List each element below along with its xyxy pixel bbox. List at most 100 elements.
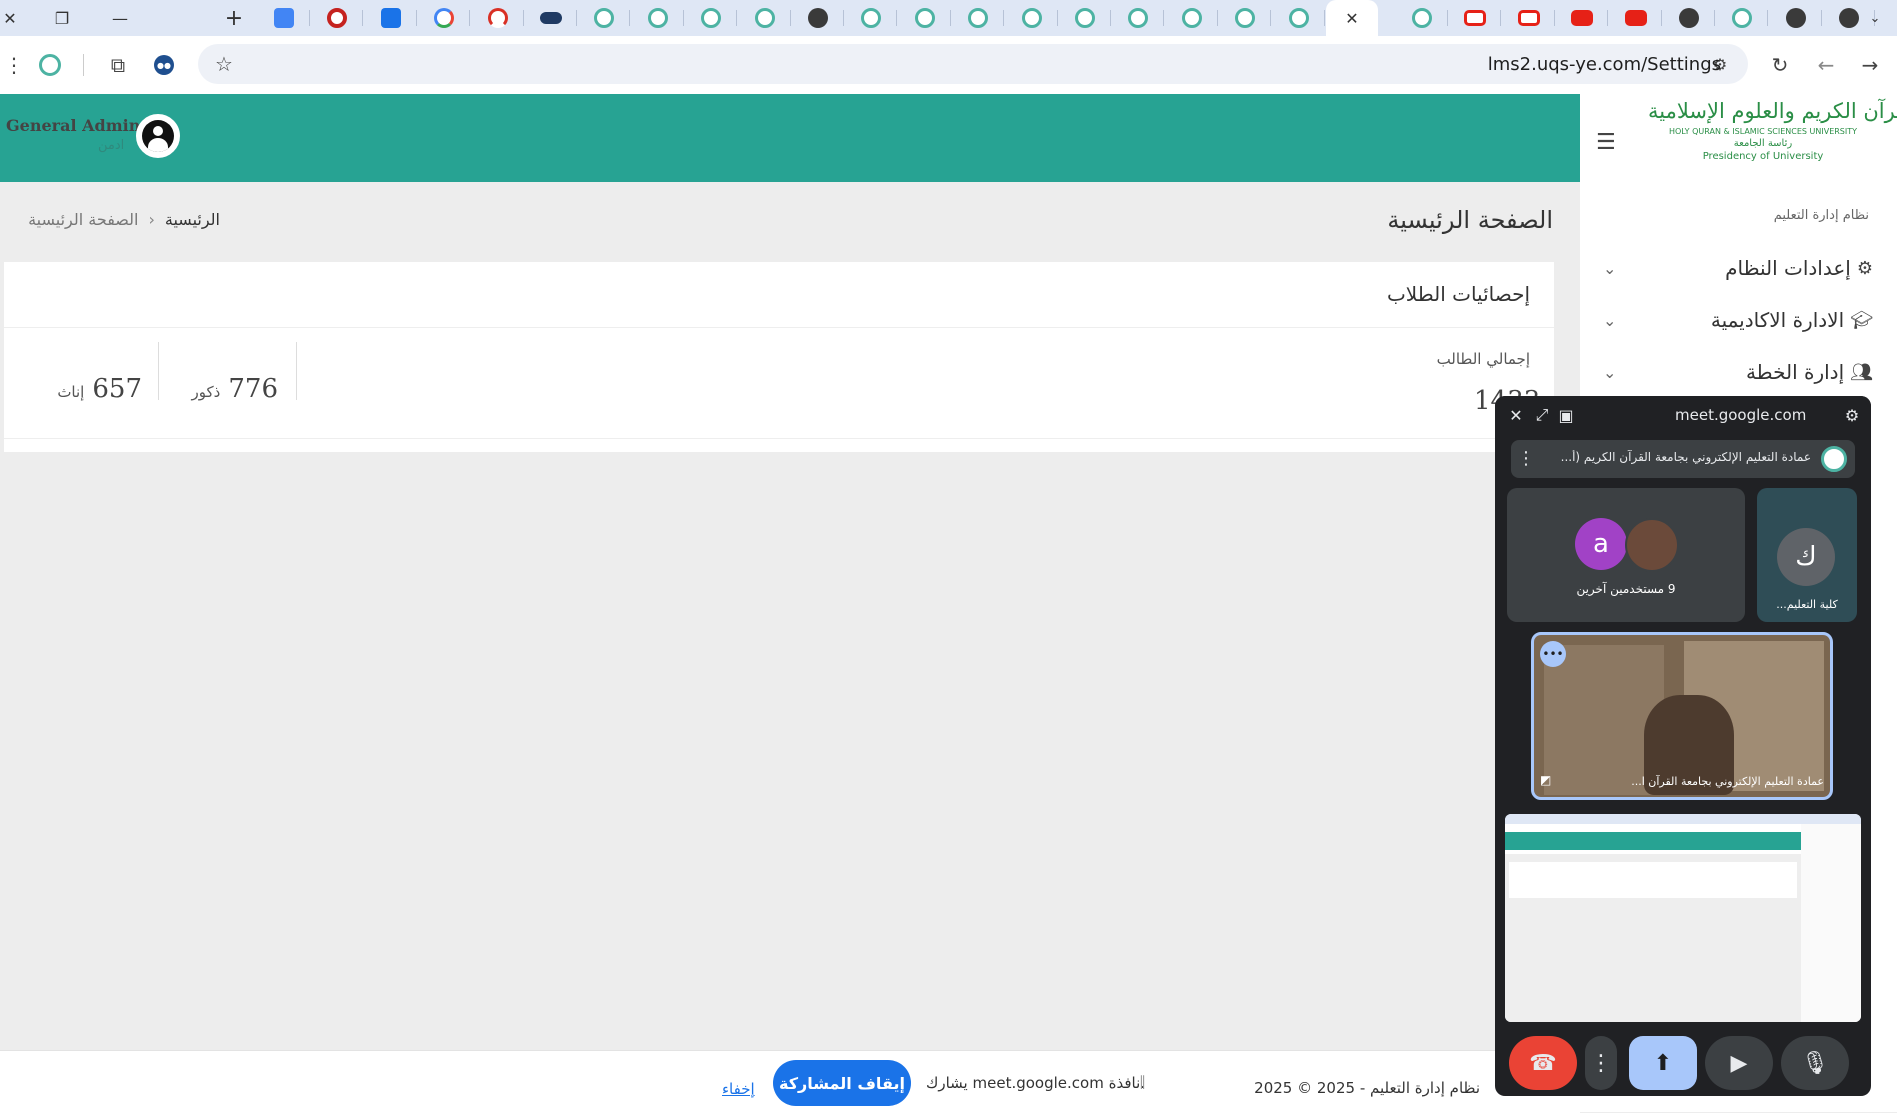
download-icon <box>380 8 401 28</box>
avatar <box>1625 518 1679 572</box>
minimize-window-icon[interactable]: — <box>98 0 142 36</box>
restore-window-icon[interactable]: ❐ <box>40 0 84 36</box>
site-settings-icon[interactable]: ⚙ <box>1841 404 1863 426</box>
university-logo-icon <box>1235 8 1256 28</box>
browser-tab[interactable] <box>952 0 1005 36</box>
browser-tab[interactable] <box>1059 0 1111 36</box>
reload-icon[interactable]: ↻ <box>1766 51 1794 79</box>
tab-separator <box>1660 10 1662 26</box>
browser-tab[interactable] <box>525 0 577 36</box>
present-screen-button[interactable]: ⬆ <box>1629 1036 1697 1090</box>
browser-tab[interactable] <box>1112 0 1165 36</box>
extensions-icon[interactable]: ⧉ <box>104 51 132 79</box>
menu-kebab-icon[interactable]: ⋮ <box>0 51 28 79</box>
logo-english: HOLY QURAN & ISLAMIC SCIENCES UNIVERSITY <box>1668 127 1858 136</box>
camera-button[interactable]: ▶ <box>1705 1036 1773 1090</box>
browser-tab[interactable] <box>1166 0 1218 36</box>
browser-tab[interactable] <box>1556 0 1609 36</box>
browser-tab[interactable]: ✕ <box>1326 0 1378 36</box>
pip-domain: meet.google.com <box>1675 406 1807 424</box>
browser-tab[interactable] <box>258 0 310 36</box>
chevron-down-icon: ⌄ <box>1603 310 1617 330</box>
tile-options-icon[interactable]: ••• <box>1540 641 1566 667</box>
stop-sharing-button[interactable]: إيقاف المشاركة <box>773 1060 911 1106</box>
browser-tab[interactable] <box>418 0 471 36</box>
tab-separator <box>1003 10 1005 26</box>
presenter-video-tile[interactable]: ••• ◩ عمادة التعليم الإلكتروني بجامعة ال… <box>1531 632 1833 800</box>
new-tab-icon[interactable]: + <box>212 0 256 36</box>
browser-tab[interactable] <box>1449 0 1502 36</box>
university-logo-icon <box>1128 8 1149 28</box>
tab-separator <box>1163 10 1165 26</box>
more-options-icon[interactable]: ⋮ <box>1517 448 1535 469</box>
browser-tab[interactable] <box>472 0 524 36</box>
browser-tab[interactable] <box>739 0 791 36</box>
browser-tab[interactable] <box>1006 0 1058 36</box>
back-to-tab-icon[interactable]: ▣ <box>1555 404 1577 426</box>
tab-separator <box>736 10 738 26</box>
browser-tab[interactable] <box>845 0 898 36</box>
avatar: a <box>1575 518 1627 570</box>
browser-tab[interactable] <box>578 0 631 36</box>
hide-share-bar-link[interactable]: إخفاء <box>722 1080 755 1098</box>
user-avatar[interactable] <box>136 114 180 158</box>
browser-tab[interactable] <box>1219 0 1272 36</box>
university-logo-icon <box>754 8 775 28</box>
meeting-title-bar: ⋮ عمادة التعليم الإلكتروني بجامعة القرآن… <box>1511 440 1855 478</box>
breadcrumb-current: الصفحة الرئيسية <box>28 210 139 229</box>
screen-share-preview[interactable] <box>1505 814 1861 1022</box>
tab-search-chevron-icon[interactable]: ⌄ <box>1853 0 1897 36</box>
back-icon[interactable]: → <box>1856 51 1884 79</box>
tab-separator <box>309 10 310 26</box>
browser-tab[interactable] <box>1610 0 1662 36</box>
college-tile[interactable]: ك كلية التعليم... <box>1757 488 1857 622</box>
university-logo-icon <box>1075 8 1095 28</box>
microphone-button[interactable]: 🎙︎ <box>1781 1036 1849 1090</box>
browser-tab[interactable] <box>1273 0 1325 36</box>
sidebar-item-academic[interactable]: 🎓︎ الادارة الاكاديمية ⌄ <box>1603 300 1873 340</box>
meet-pip-window: ✕ ⤢ ▣ meet.google.com ⚙ ⋮ عمادة التعليم … <box>1495 396 1871 1096</box>
female-count: 657 إناث <box>52 374 142 404</box>
forward-icon[interactable]: ← <box>1812 51 1840 79</box>
browser-tab[interactable] <box>311 0 364 36</box>
card-footer-divider <box>4 438 1554 439</box>
gears-icon: ⚙ <box>1856 257 1873 279</box>
browser-tab[interactable] <box>365 0 417 36</box>
pin-icon[interactable]: ◩ <box>1540 773 1551 787</box>
breadcrumb-home[interactable]: الرئيسية <box>165 210 220 229</box>
browser-tab[interactable] <box>1396 0 1448 36</box>
browser-tab[interactable] <box>632 0 684 36</box>
student-stats-card: إحصائيات الطلاب إجمالي الطالب 1433 776 ذ… <box>4 262 1554 452</box>
hamburger-menu-icon[interactable]: ☰ <box>1596 130 1616 155</box>
sidebar-item-label: الادارة الاكاديمية <box>1710 308 1845 332</box>
others-tile[interactable]: a 9 مستخدمين آخرين <box>1507 488 1745 622</box>
extension-badge-icon[interactable]: ●● <box>150 51 178 79</box>
close-icon[interactable]: ✕ <box>1505 404 1527 426</box>
expand-icon[interactable]: ⤢ <box>1531 404 1553 426</box>
more-controls-icon[interactable]: ⋮ <box>1585 1036 1617 1090</box>
close-window-icon[interactable]: ✕ <box>0 0 20 36</box>
profile-icon[interactable] <box>36 51 64 79</box>
drag-handle-icon[interactable]: ∥ <box>1139 1074 1146 1090</box>
browser-tab[interactable] <box>685 0 738 36</box>
sidebar-item-system-settings[interactable]: ⚙ إعدادات النظام ⌄ <box>1603 248 1873 288</box>
footer-text: نظام إدارة التعليم - 2025 © 2025 <box>1254 1079 1480 1097</box>
browser-tab[interactable] <box>899 0 951 36</box>
tab-separator <box>522 10 524 26</box>
url-text[interactable]: lms2.uqs-ye.com/Settings <box>1488 54 1721 75</box>
bookmark-star-icon[interactable]: ☆ <box>210 50 238 78</box>
female-label: إناث <box>57 383 85 401</box>
browser-tab[interactable] <box>1716 0 1769 36</box>
browser-tab[interactable] <box>1503 0 1555 36</box>
close-tab-icon[interactable]: ✕ <box>1345 9 1358 28</box>
sidebar-item-plan[interactable]: 👥︎ إدارة الخطة ⌄ <box>1603 352 1873 392</box>
stats-divider <box>296 342 297 400</box>
tab-separator <box>1607 10 1609 26</box>
female-value: 657 <box>92 374 142 404</box>
browser-tab[interactable] <box>792 0 844 36</box>
browser-tab[interactable] <box>1663 0 1715 36</box>
preview-tabstrip <box>1505 814 1861 824</box>
browser-tab[interactable] <box>1770 0 1822 36</box>
end-call-button[interactable]: ☎ <box>1509 1036 1577 1090</box>
share-message: يشارك meet.google.com نافذة. <box>926 1074 1146 1092</box>
